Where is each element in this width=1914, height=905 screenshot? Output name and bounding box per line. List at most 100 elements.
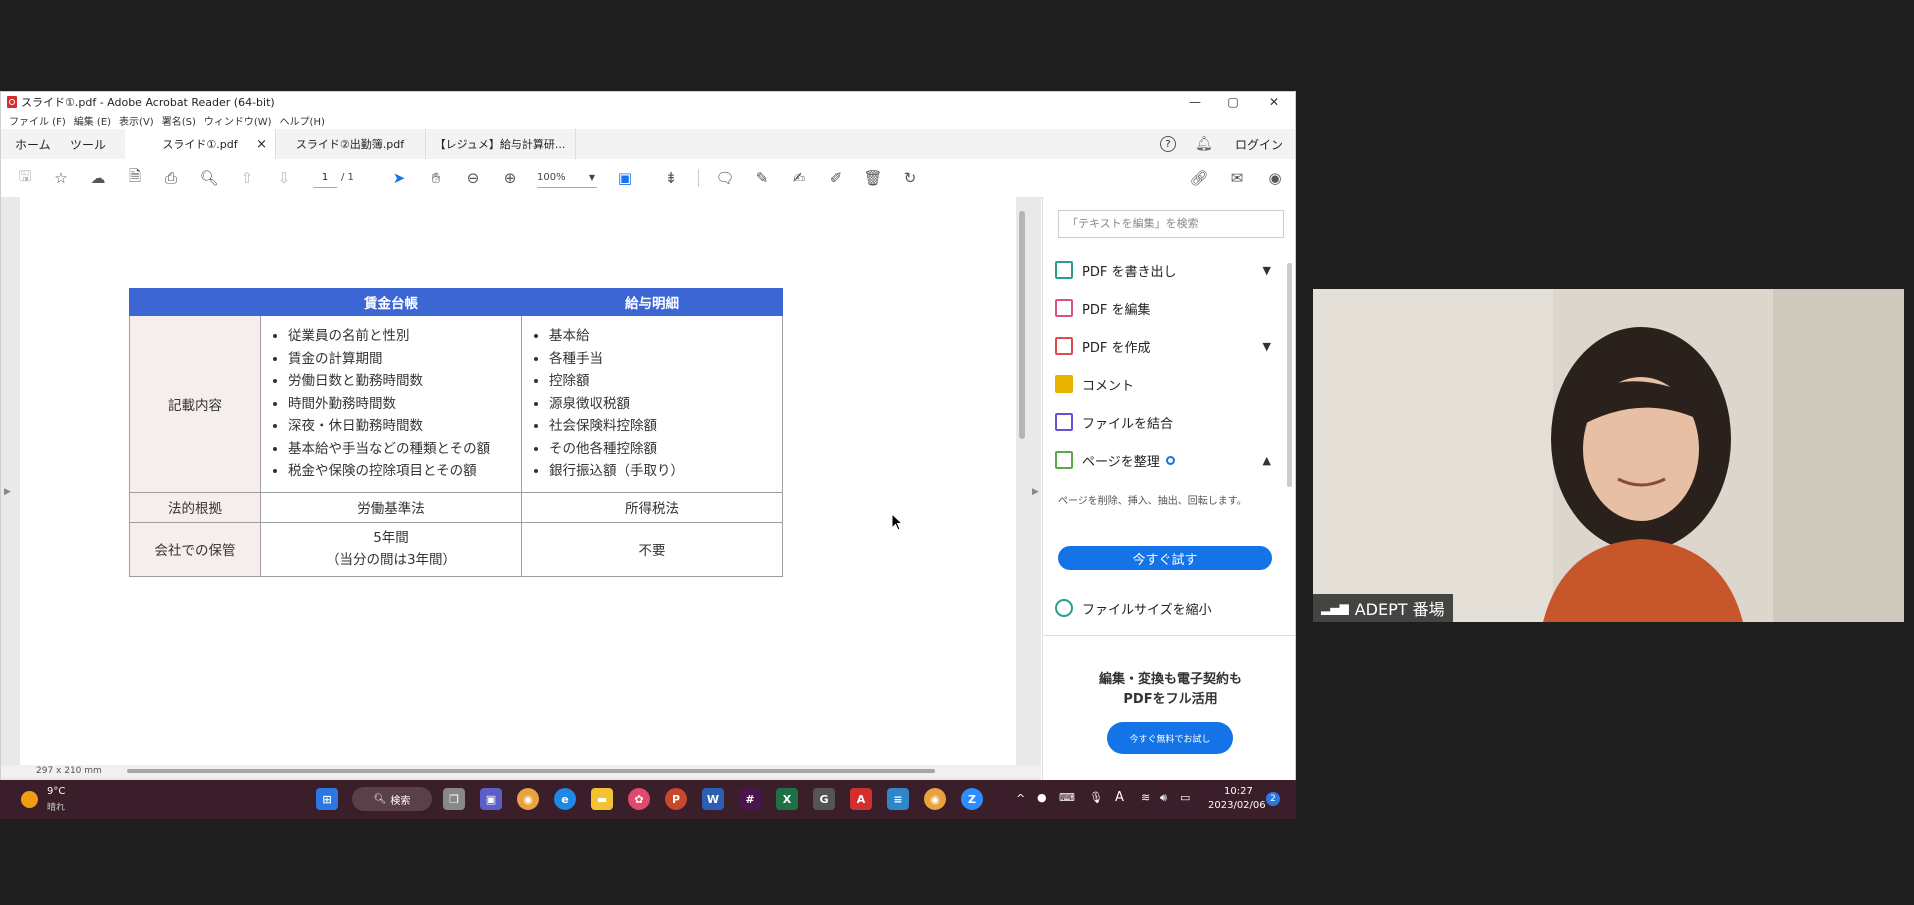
chrome-icon[interactable]: ◉ bbox=[924, 788, 946, 810]
menu-edit[interactable]: 編集 (E) bbox=[74, 113, 111, 128]
slack-icon[interactable]: # bbox=[739, 788, 761, 810]
google-icon[interactable]: G bbox=[813, 788, 835, 810]
tab-tools[interactable]: ツール bbox=[70, 129, 106, 159]
weather-condition[interactable]: 晴れ bbox=[47, 800, 65, 813]
hand-tool-icon[interactable]: ✋︎ bbox=[426, 168, 446, 188]
link-share-icon[interactable]: 🔗︎ bbox=[1189, 168, 1209, 188]
menu-sign[interactable]: 署名(S) bbox=[162, 113, 196, 128]
select-cursor-icon[interactable]: ➤ bbox=[389, 168, 409, 188]
tab-document[interactable]: スライド②出勤簿.pdf bbox=[275, 129, 426, 159]
weather-temp[interactable]: 9°C bbox=[47, 786, 65, 797]
print-icon[interactable]: ⎙ bbox=[161, 168, 181, 188]
taskbar-search[interactable]: 🔍︎ 検索 bbox=[352, 787, 432, 811]
powerpoint-icon[interactable]: P bbox=[665, 788, 687, 810]
list-item: その他各種控除額 bbox=[549, 438, 773, 461]
chevron-down-icon[interactable]: ▼ bbox=[1263, 340, 1271, 353]
wifi-icon[interactable]: ≋ bbox=[1141, 791, 1150, 804]
windows-start-icon[interactable]: ⊞ bbox=[316, 788, 338, 810]
highlight-pen-icon[interactable]: ✎ bbox=[752, 168, 772, 188]
tab-home[interactable]: ホーム bbox=[15, 129, 51, 159]
left-panel-toggle-icon[interactable]: ▶ bbox=[4, 487, 11, 497]
weather-sun-icon[interactable] bbox=[21, 791, 38, 808]
notepad-icon[interactable]: ≡ bbox=[887, 788, 909, 810]
notification-badge[interactable]: 2 bbox=[1266, 792, 1280, 806]
chrome-icon[interactable]: ◉ bbox=[517, 788, 539, 810]
compress-file-icon bbox=[1055, 599, 1073, 617]
word-icon[interactable]: W bbox=[702, 788, 724, 810]
tool-compress-file[interactable]: ファイルサイズを縮小 bbox=[1055, 594, 1275, 622]
tray-camera-icon[interactable]: ● bbox=[1037, 791, 1047, 804]
clock-date[interactable]: 2023/02/06 bbox=[1208, 800, 1266, 811]
microphone-icon[interactable]: 🎙︎ bbox=[1089, 791, 1103, 804]
tab-close-icon[interactable]: × bbox=[256, 137, 267, 152]
chevron-down-icon[interactable]: ▼ bbox=[1263, 264, 1271, 277]
acrobat-taskbar-icon[interactable]: A bbox=[850, 788, 872, 810]
tab-document[interactable]: 【レジュメ】給与計算研... bbox=[425, 129, 576, 159]
tool-create-pdf[interactable]: PDF を作成 ▼ bbox=[1055, 332, 1275, 360]
tab-document-active[interactable]: スライド①.pdf × bbox=[125, 129, 276, 159]
email-icon[interactable]: ✉ bbox=[1227, 168, 1247, 188]
zoom-select[interactable]: 100% ▼ bbox=[537, 169, 597, 188]
volume-icon[interactable]: 🔊︎ bbox=[1160, 791, 1167, 805]
free-trial-button[interactable]: 今すぐ無料でお試し bbox=[1107, 722, 1233, 754]
upload-cloud-icon[interactable]: ☁ bbox=[88, 168, 108, 188]
scrollbar-thumb[interactable] bbox=[127, 769, 935, 773]
save-icon[interactable]: 🖫︎ bbox=[15, 167, 35, 188]
file-explorer-icon[interactable]: ▬ bbox=[591, 788, 613, 810]
tools-pane-scrollbar[interactable] bbox=[1287, 263, 1292, 487]
right-panel-toggle-icon[interactable]: ▶ bbox=[1032, 487, 1039, 497]
rotate-icon[interactable]: ↻ bbox=[900, 168, 920, 188]
tool-edit-pdf[interactable]: PDF を編集 bbox=[1055, 294, 1275, 322]
menu-window[interactable]: ウィンドウ(W) bbox=[204, 113, 272, 128]
task-view-icon[interactable]: ❐ bbox=[443, 788, 465, 810]
prev-page-icon[interactable]: ⇧ bbox=[237, 168, 257, 188]
menu-view[interactable]: 表示(V) bbox=[119, 113, 154, 128]
page-fit-icon[interactable]: ▣ bbox=[615, 168, 635, 188]
ime-indicator[interactable]: A bbox=[1115, 790, 1124, 805]
zoom-in-icon[interactable]: ⊕ bbox=[500, 168, 520, 188]
table-header: 賃金台帳 bbox=[260, 288, 522, 316]
tool-export-pdf[interactable]: PDF を書き出し ▼ bbox=[1055, 256, 1275, 284]
menu-file[interactable]: ファイル (F) bbox=[9, 113, 66, 128]
zoom-app-icon[interactable]: Z bbox=[961, 788, 983, 810]
tools-search-input[interactable]: 「テキストを編集」を検索 bbox=[1058, 210, 1284, 238]
keyboard-icon[interactable]: ⌨ bbox=[1059, 791, 1075, 804]
chevron-up-icon[interactable]: ▲ bbox=[1263, 454, 1271, 467]
menu-help[interactable]: ヘルプ(H) bbox=[280, 113, 325, 128]
tray-chevron-up-icon[interactable]: ^ bbox=[1016, 792, 1025, 805]
try-now-button[interactable]: 今すぐ試す bbox=[1058, 546, 1272, 570]
clock-time[interactable]: 10:27 bbox=[1224, 786, 1253, 797]
teams-chat-icon[interactable]: ▣ bbox=[480, 788, 502, 810]
battery-icon[interactable]: ▭ bbox=[1180, 791, 1190, 804]
page-number-input[interactable]: 1 bbox=[313, 169, 337, 188]
edge-icon[interactable]: e bbox=[554, 788, 576, 810]
zoom-search-icon[interactable]: 🔍︎ bbox=[199, 168, 219, 188]
create-pdf-icon bbox=[1055, 337, 1073, 355]
draw-sign-icon[interactable]: ✍︎ bbox=[789, 168, 809, 188]
tool-organize-pages[interactable]: ページを整理 ▲ bbox=[1055, 446, 1275, 474]
comment-tool-icon[interactable]: 🗨︎ bbox=[715, 168, 735, 188]
trash-icon[interactable]: 🗑︎ bbox=[863, 168, 883, 188]
account-icon[interactable]: ◉ bbox=[1265, 168, 1285, 188]
maximize-button[interactable]: ▢ bbox=[1214, 92, 1252, 112]
edit-text-icon[interactable]: ✐ bbox=[826, 168, 846, 188]
table-cell: 所得税法 bbox=[521, 491, 783, 523]
notification-bell-icon[interactable]: 🔔︎ bbox=[1195, 129, 1213, 159]
chevron-down-icon: ▼ bbox=[588, 173, 595, 182]
close-button[interactable]: ✕ bbox=[1255, 92, 1293, 112]
zoom-out-icon[interactable]: ⊖ bbox=[463, 168, 483, 188]
star-icon[interactable]: ☆ bbox=[51, 168, 71, 188]
tool-combine-files[interactable]: ファイルを結合 bbox=[1055, 408, 1275, 436]
scroll-mode-icon[interactable]: ⇟ bbox=[661, 168, 681, 188]
app-icon[interactable]: ✿ bbox=[628, 788, 650, 810]
organize-pages-icon bbox=[1055, 451, 1073, 469]
login-button[interactable]: ログイン bbox=[1235, 129, 1283, 159]
horizontal-scrollbar[interactable]: 297 x 210 mm bbox=[1, 765, 1041, 778]
next-page-icon[interactable]: ⇩ bbox=[274, 168, 294, 188]
file-lock-icon[interactable]: 🗎︎ bbox=[125, 167, 145, 188]
excel-icon[interactable]: X bbox=[776, 788, 798, 810]
help-icon[interactable]: ? bbox=[1159, 129, 1177, 159]
tool-comment[interactable]: コメント bbox=[1055, 370, 1275, 398]
vertical-scrollbar[interactable] bbox=[1019, 211, 1025, 439]
minimize-button[interactable]: — bbox=[1176, 92, 1214, 112]
